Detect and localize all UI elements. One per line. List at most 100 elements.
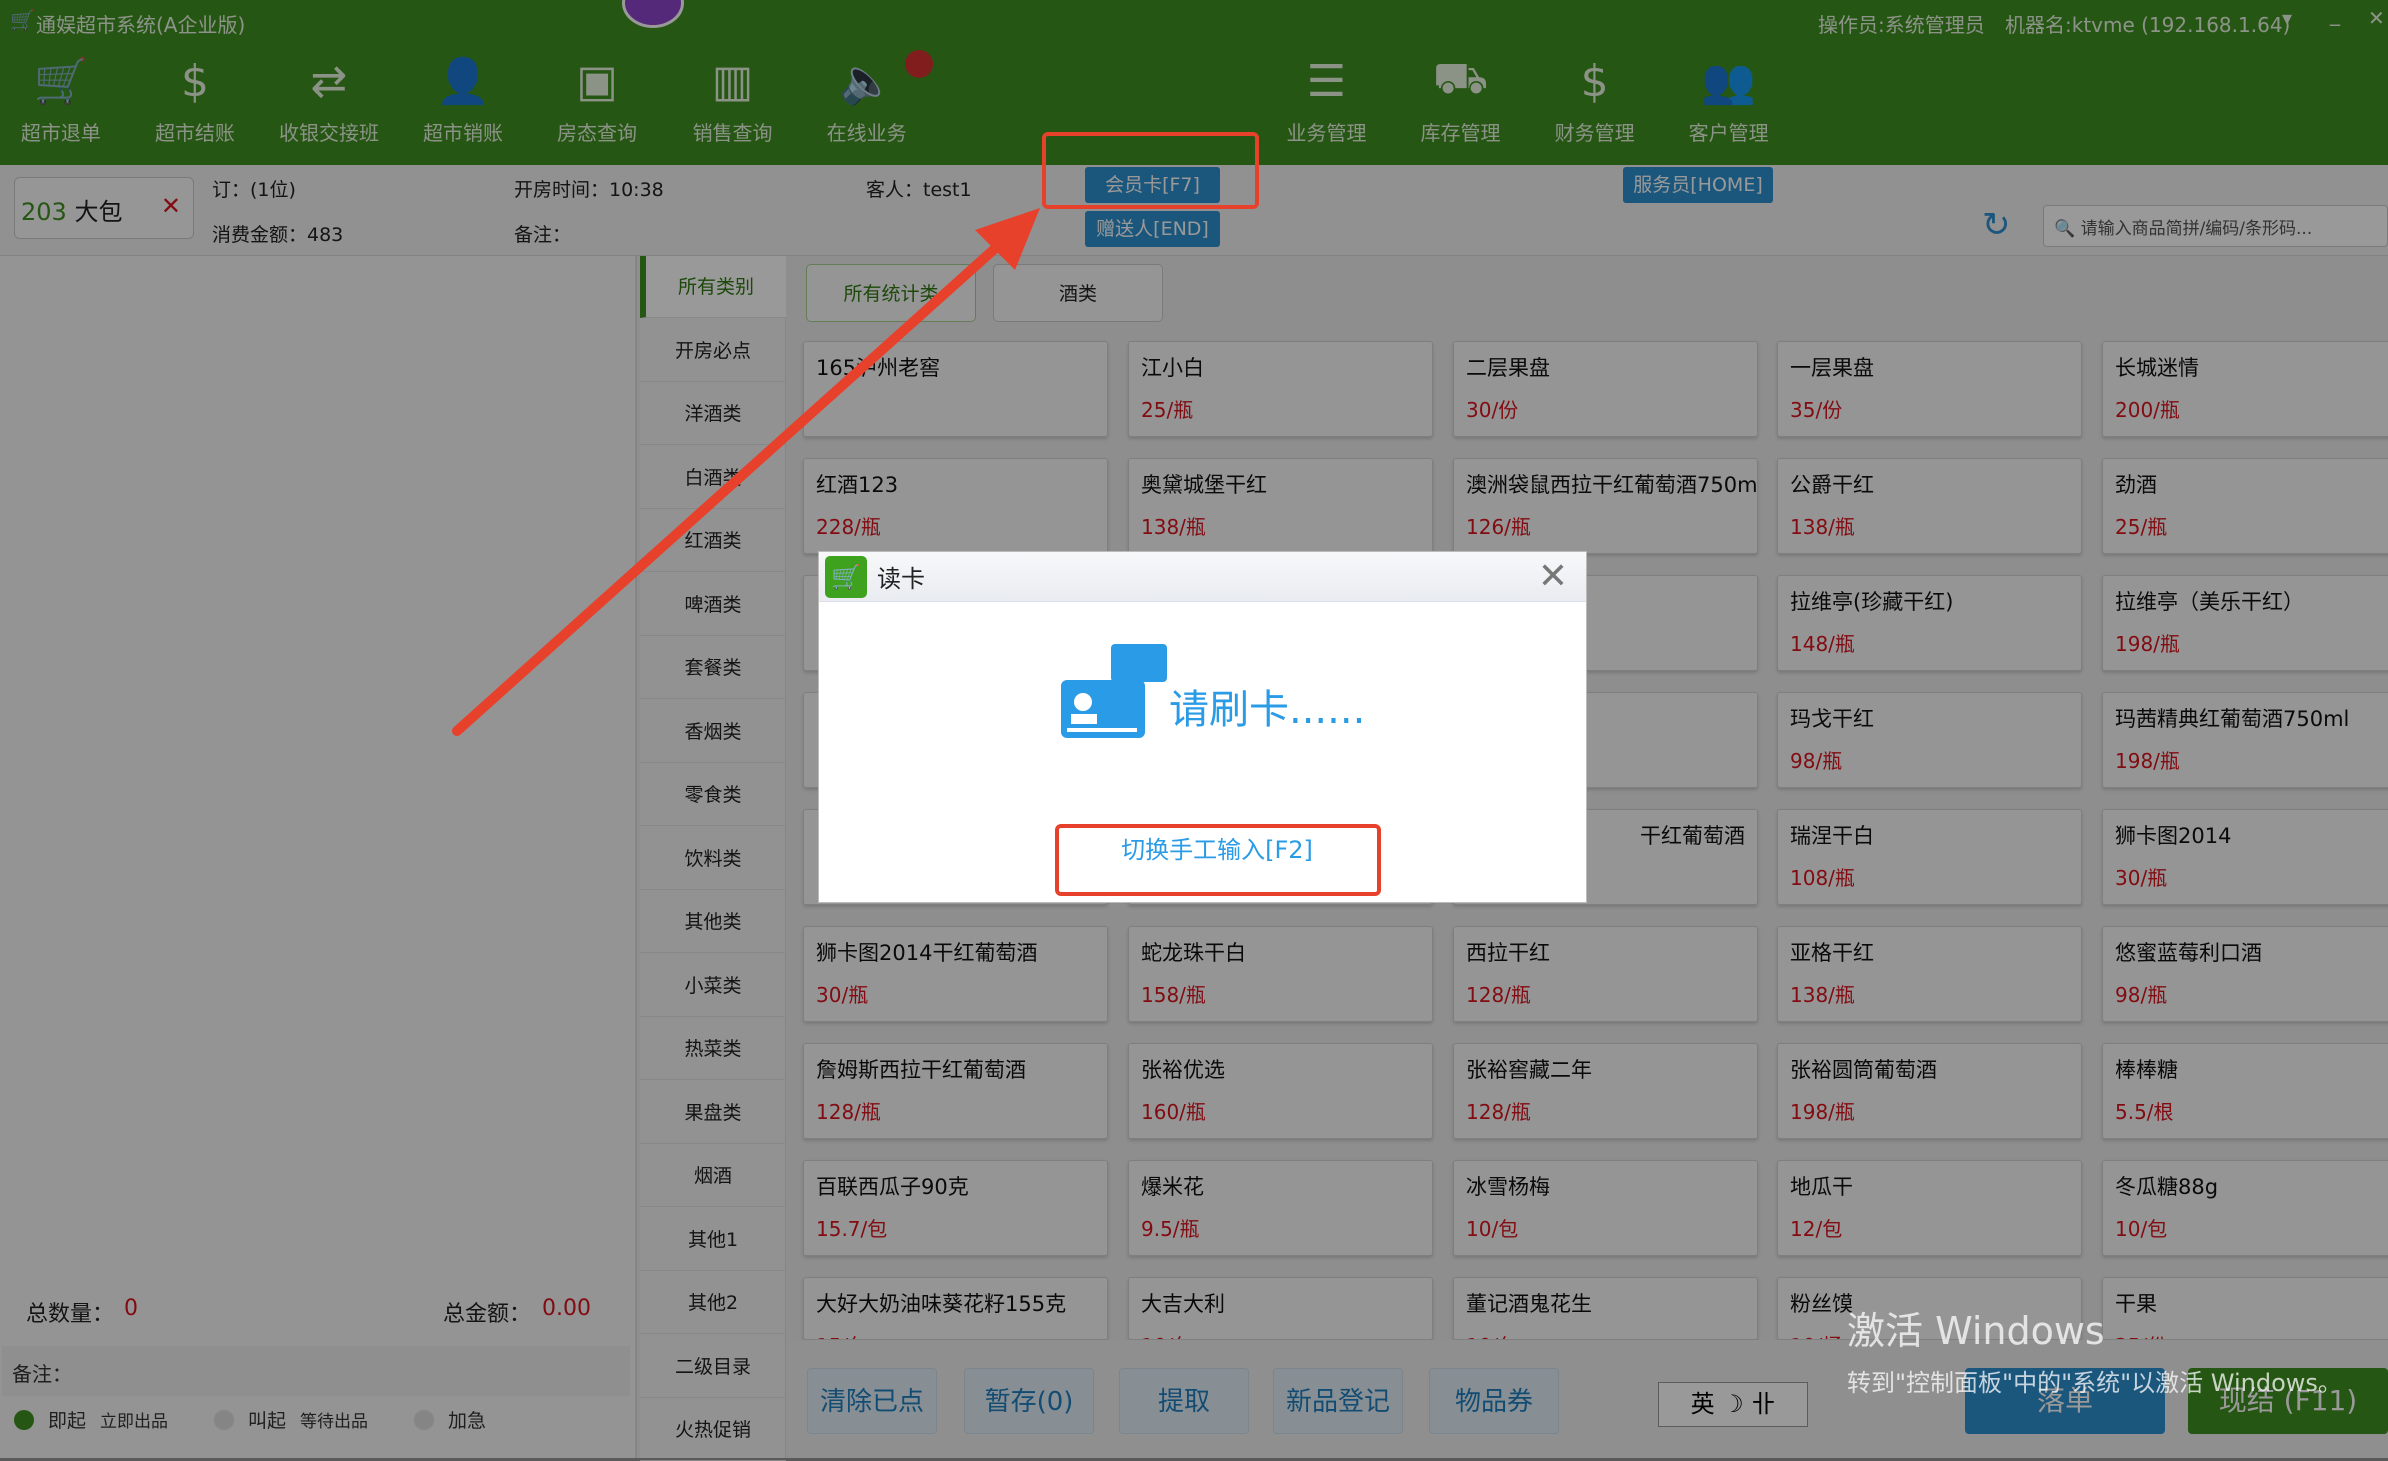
product-card[interactable]: 公爵干红 138/瓶 <box>1777 458 2082 554</box>
dialog-close-button[interactable]: ✕ <box>1538 556 1568 597</box>
floating-assistant-icon[interactable] <box>622 0 684 28</box>
product-card[interactable]: 玛戈干红 98/瓶 <box>1777 692 2082 788</box>
category-item[interactable]: 红酒类 <box>640 510 786 572</box>
product-card[interactable]: 张裕优选 160/瓶 <box>1128 1043 1433 1139</box>
ime-toolbar[interactable]: 英 ☽ 卝 <box>1658 1382 1808 1427</box>
place-order-button[interactable]: 落单 <box>1965 1368 2165 1434</box>
product-card[interactable]: 粉丝馍 10/桶 <box>1777 1277 2082 1340</box>
category-item[interactable]: 热菜类 <box>640 1018 786 1080</box>
product-card[interactable]: 地瓜干 12/包 <box>1777 1160 2082 1256</box>
bottom-button[interactable]: 物品券 <box>1429 1368 1559 1434</box>
toolbar-item-8[interactable]: ☰ 业务管理 <box>1267 53 1387 146</box>
category-item[interactable]: 果盘类 <box>640 1082 786 1144</box>
category-item[interactable]: 小菜类 <box>640 955 786 1017</box>
product-card[interactable]: 百联西瓜子90克 15.7/包 <box>803 1160 1108 1256</box>
product-card[interactable]: 劲酒 25/瓶 <box>2102 458 2388 554</box>
product-card[interactable]: 狮卡图2014干红葡萄酒 30/瓶 <box>803 926 1108 1022</box>
search-input[interactable]: 🔍 请输入商品简拼/编码/条形码... <box>2043 205 2388 247</box>
category-item[interactable]: 其他1 <box>640 1209 786 1271</box>
dropdown-icon[interactable]: ▾ <box>2282 6 2292 30</box>
product-card[interactable]: 冬瓜糖88g 10/包 <box>2102 1160 2388 1256</box>
serve-option[interactable]: 即起 立即出品 <box>14 1406 168 1433</box>
refresh-icon[interactable]: ↻ <box>1982 205 2011 245</box>
product-card[interactable]: 奥黛城堡干红 138/瓶 <box>1128 458 1433 554</box>
product-card[interactable]: 长城迷情 200/瓶 <box>2102 341 2388 437</box>
waiter-button[interactable]: 服务员[HOME] <box>1623 167 1773 203</box>
toolbar-item-5[interactable]: ▣ 房态查询 <box>537 53 657 146</box>
bottom-button[interactable]: 新品登记 <box>1273 1368 1403 1434</box>
minimize-button[interactable]: _ <box>2330 2 2340 26</box>
toolbar-item-3[interactable]: ⇄ 收银交接班 <box>269 53 389 146</box>
product-price: 198/瓶 <box>2115 749 2180 773</box>
product-card[interactable]: 张裕窖藏二年 128/瓶 <box>1453 1043 1758 1139</box>
product-card[interactable]: 玛茜精典红葡萄酒750ml 198/瓶 <box>2102 692 2388 788</box>
product-card[interactable]: 一层果盘 35/份 <box>1777 341 2082 437</box>
toolbar-item-9[interactable]: ⛟ 库存管理 <box>1401 53 1521 146</box>
category-item[interactable]: 白酒类 <box>640 447 786 509</box>
toolbar-item-1[interactable]: 🛒 超市退单 <box>1 53 121 146</box>
close-window-button[interactable]: ✕ <box>2368 6 2385 30</box>
radio-icon[interactable] <box>14 1409 34 1430</box>
product-price: 25/瓶 <box>1141 398 1194 422</box>
category-item[interactable]: 洋酒类 <box>640 383 786 445</box>
member-card-button[interactable]: 会员卡[F7] <box>1085 167 1220 203</box>
product-card[interactable]: 红酒123 228/瓶 <box>803 458 1108 554</box>
close-room-icon[interactable]: ✕ <box>161 192 181 220</box>
remark-input[interactable]: 备注： <box>2 1346 630 1396</box>
product-name: 冰雪杨梅 <box>1466 1175 1550 1199</box>
toolbar-item-6[interactable]: ▥ 销售查询 <box>673 53 793 146</box>
radio-icon[interactable] <box>414 1409 434 1430</box>
serve-option[interactable]: 叫起 等待出品 <box>214 1406 368 1433</box>
bottom-button[interactable]: 清除已点 <box>807 1368 937 1434</box>
toolbar-item-10[interactable]: $ 财务管理 <box>1535 53 1655 146</box>
product-card[interactable]: 大吉大利 10/包 <box>1128 1277 1433 1340</box>
product-card[interactable]: 詹姆斯西拉干红葡萄酒 128/瓶 <box>803 1043 1108 1139</box>
category-item[interactable]: 其他类 <box>640 891 786 953</box>
checkout-button[interactable]: 现结 (F11) <box>2188 1368 2388 1434</box>
stat-tab[interactable]: 所有统计类 <box>806 264 976 322</box>
bottom-button[interactable]: 提取 <box>1119 1368 1249 1434</box>
gift-person-button[interactable]: 赠送人[END] <box>1085 211 1220 247</box>
product-card[interactable]: 狮卡图2014 30/瓶 <box>2102 809 2388 905</box>
toolbar-item-4[interactable]: 👤 超市销账 <box>403 53 523 146</box>
radio-icon[interactable] <box>214 1409 234 1430</box>
product-card[interactable]: 瑞涅干白 108/瓶 <box>1777 809 2082 905</box>
product-card[interactable]: 冰雪杨梅 10/包 <box>1453 1160 1758 1256</box>
product-name: 亚格干红 <box>1790 941 1874 965</box>
category-item[interactable]: 火热促销 <box>640 1399 786 1461</box>
category-item[interactable]: 烟酒 <box>640 1145 786 1207</box>
product-card[interactable]: 二层果盘 30/份 <box>1453 341 1758 437</box>
product-card[interactable]: 亚格干红 138/瓶 <box>1777 926 2082 1022</box>
product-card[interactable]: 165泸州老窖 <box>803 341 1108 437</box>
switch-manual-input-button[interactable]: 切换手工输入[F2] <box>1067 830 1367 865</box>
category-item[interactable]: 其他2 <box>640 1272 786 1334</box>
category-item[interactable]: 所有类别 <box>640 256 786 318</box>
toolbar-item-11[interactable]: 👥 客户管理 <box>1669 53 1789 146</box>
product-card[interactable]: 江小白 25/瓶 <box>1128 341 1433 437</box>
product-card[interactable]: 爆米花 9.5/瓶 <box>1128 1160 1433 1256</box>
category-item[interactable]: 啤酒类 <box>640 574 786 636</box>
serve-option[interactable]: 加急 <box>414 1406 500 1433</box>
stat-tab[interactable]: 酒类 <box>993 264 1163 322</box>
category-item[interactable]: 香烟类 <box>640 701 786 763</box>
category-item[interactable]: 二级目录 <box>640 1336 786 1398</box>
product-card[interactable]: 悠蜜蓝莓利口酒 98/瓶 <box>2102 926 2388 1022</box>
category-item[interactable]: 饮料类 <box>640 828 786 890</box>
category-item[interactable]: 套餐类 <box>640 637 786 699</box>
product-card[interactable]: 拉维亭(珍藏干红) 148/瓶 <box>1777 575 2082 671</box>
product-card[interactable]: 棒棒糖 5.5/根 <box>2102 1043 2388 1139</box>
bottom-button[interactable]: 暂存(0) <box>964 1368 1094 1434</box>
category-item[interactable]: 开房必点 <box>640 320 786 382</box>
product-card[interactable]: 澳洲袋鼠西拉干红葡萄酒750ml 126/瓶 <box>1453 458 1758 554</box>
category-item[interactable]: 零食类 <box>640 764 786 826</box>
product-card[interactable]: 蛇龙珠干白 158/瓶 <box>1128 926 1433 1022</box>
product-card[interactable]: 董记酒鬼花生 10/包 <box>1453 1277 1758 1340</box>
toolbar-item-2[interactable]: $ 超市结账 <box>135 53 255 146</box>
product-card[interactable]: 干果 25/份 <box>2102 1277 2388 1340</box>
product-card[interactable]: 大好大奶油味葵花籽155克 15/包 <box>803 1277 1108 1340</box>
product-card[interactable]: 拉维亭（美乐干红） 198/瓶 <box>2102 575 2388 671</box>
product-name: 爆米花 <box>1141 1175 1204 1199</box>
product-name: 长城迷情 <box>2115 356 2199 380</box>
product-card[interactable]: 西拉干红 128/瓶 <box>1453 926 1758 1022</box>
product-card[interactable]: 张裕圆筒葡萄酒 198/瓶 <box>1777 1043 2082 1139</box>
